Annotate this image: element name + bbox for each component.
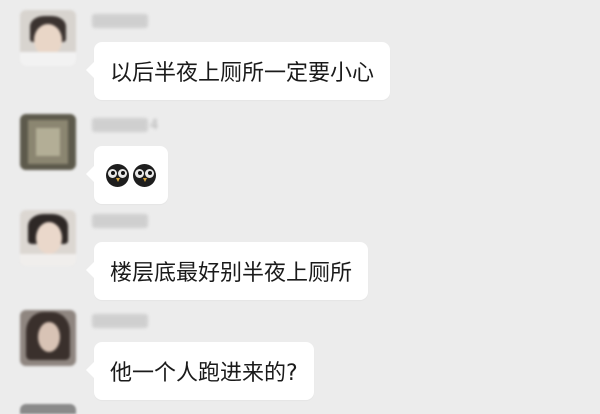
sender-name <box>92 314 148 328</box>
owl-icon <box>106 163 129 187</box>
sender-name <box>92 14 148 28</box>
message-bubble[interactable]: 楼层底最好别半夜上厕所 <box>85 242 369 300</box>
message-text: 以后半夜上厕所一定要小心 <box>110 61 375 86</box>
message-bubble[interactable]: 他一个人跑进来的? <box>86 342 314 400</box>
sender-name <box>92 214 148 228</box>
owl-icon <box>133 163 156 187</box>
message-bubble[interactable]: 以后半夜上厕所一定要小心 <box>85 42 391 100</box>
avatar[interactable] <box>20 310 76 366</box>
avatar <box>20 404 76 414</box>
avatar[interactable] <box>20 210 76 266</box>
sender-name-suffix: 4 <box>150 118 159 133</box>
sender-name: 4 <box>92 118 158 133</box>
message-bubble[interactable] <box>86 146 168 204</box>
message-text: 楼层底最好别半夜上厕所 <box>110 261 353 286</box>
avatar[interactable] <box>20 10 76 66</box>
avatar[interactable] <box>20 114 76 170</box>
message-text: 他一个人跑进来的? <box>110 361 298 386</box>
